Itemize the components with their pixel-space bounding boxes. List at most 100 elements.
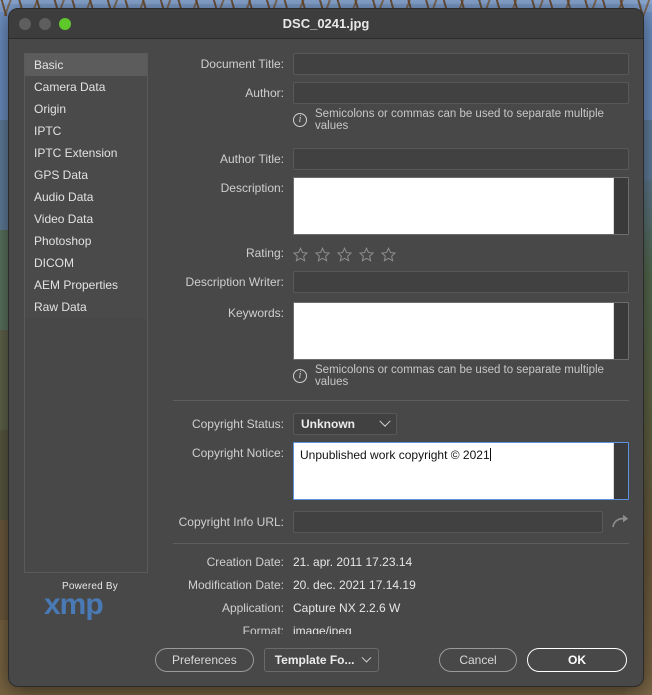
format-label: Format: [242, 624, 284, 634]
field-row-author: Author: i Semicolons or commas can be us… [165, 82, 629, 132]
zoom-button[interactable] [59, 17, 71, 30]
document-title-label: Document Title: [200, 57, 284, 71]
copyright-status-label: Copyright Status: [191, 417, 284, 431]
sidebar-empty-area [24, 318, 148, 573]
template-folder-button[interactable]: Template Fo... [263, 648, 379, 672]
star-icon-1[interactable] [293, 246, 308, 262]
metadata-row-creation-date: Creation Date: 21. apr. 2011 17.23.14 [165, 555, 629, 569]
goto-url-arrow-icon[interactable] [611, 514, 629, 530]
cancel-button[interactable]: Cancel [439, 648, 517, 672]
file-info-dialog: DSC_0241.jpg Basic Camera Data Origin IP… [8, 8, 644, 687]
window-title: DSC_0241.jpg [282, 16, 370, 31]
creation-date-value: 21. apr. 2011 17.23.14 [293, 555, 413, 569]
document-title-input[interactable] [293, 53, 629, 75]
copyright-notice-value-wrap: Unpublished work copyright © 2021 [294, 443, 628, 467]
application-label: Application: [221, 601, 284, 615]
sidebar-nav-list: Basic Camera Data Origin IPTC IPTC Exten… [24, 53, 148, 318]
sidebar-item-iptc[interactable]: IPTC [25, 120, 147, 142]
copyright-info-url-label: Copyright Info URL: [178, 515, 284, 529]
copyright-notice-label: Copyright Notice: [191, 446, 284, 460]
description-value [294, 178, 628, 186]
metadata-row-format: Format: image/jpeg [165, 624, 629, 634]
sidebar-item-photoshop[interactable]: Photoshop [25, 230, 147, 252]
sidebar-item-video-data[interactable]: Video Data [25, 208, 147, 230]
field-row-description-writer: Description Writer: [165, 271, 629, 293]
sidebar-item-camera-data[interactable]: Camera Data [25, 76, 147, 98]
author-hint: i Semicolons or commas can be used to se… [293, 108, 629, 132]
keywords-scrollbar[interactable] [613, 303, 628, 359]
description-label: Description: [220, 181, 284, 195]
field-row-document-title: Document Title: [165, 53, 629, 75]
field-row-copyright-notice: Copyright Notice: Unpublished work copyr… [165, 442, 629, 500]
keywords-hint: i Semicolons or commas can be used to se… [293, 364, 629, 388]
copyright-notice-scrollbar[interactable] [613, 443, 628, 499]
field-row-rating: Rating: [165, 242, 629, 264]
sidebar-item-audio-data[interactable]: Audio Data [25, 186, 147, 208]
format-value: image/jpeg [293, 624, 352, 634]
star-icon-3[interactable] [337, 246, 352, 262]
description-writer-input[interactable] [293, 271, 629, 293]
author-hint-text: Semicolons or commas can be used to sepa… [315, 108, 604, 132]
sidebar-item-label: Camera Data [34, 80, 106, 94]
chevron-down-icon [361, 652, 371, 663]
star-icon-5[interactable] [381, 246, 396, 262]
copyright-info-url-input[interactable] [293, 511, 603, 533]
sidebar-item-gps-data[interactable]: GPS Data [25, 164, 147, 186]
sidebar-item-label: GPS Data [34, 168, 89, 182]
info-icon: i [293, 113, 307, 127]
basic-panel: Document Title: Author: i Semicolons or … [155, 39, 643, 634]
author-label: Author: [245, 86, 284, 100]
sidebar-item-label: Video Data [34, 212, 94, 226]
field-row-copyright-info-url: Copyright Info URL: [165, 511, 629, 533]
sidebar-item-iptc-extension[interactable]: IPTC Extension [25, 142, 147, 164]
author-title-label: Author Title: [219, 152, 284, 166]
titlebar: DSC_0241.jpg [9, 9, 643, 39]
author-input[interactable] [293, 82, 629, 104]
description-scrollbar[interactable] [613, 178, 628, 234]
section-divider-copyright [173, 400, 629, 401]
section-divider-metadata [173, 543, 629, 544]
xmp-wordmark: xmp [44, 588, 104, 621]
ok-button[interactable]: OK [527, 648, 627, 672]
preferences-button[interactable]: Preferences [155, 648, 254, 672]
metadata-row-modification-date: Modification Date: 20. dec. 2021 17.14.1… [165, 578, 629, 592]
modification-date-label: Modification Date: [187, 578, 284, 592]
chevron-down-icon [379, 415, 391, 427]
author-title-input[interactable] [293, 148, 629, 170]
modification-date-value: 20. dec. 2021 17.14.19 [293, 578, 416, 592]
sidebar-item-raw-data[interactable]: Raw Data [25, 296, 147, 318]
close-button[interactable] [19, 17, 31, 30]
sidebar-item-label: Photoshop [34, 234, 92, 248]
application-value: Capture NX 2.2.6 W [293, 601, 401, 615]
sidebar-item-label: AEM Properties [34, 278, 119, 292]
copyright-status-value: Unknown [301, 417, 355, 431]
field-row-description: Description: [165, 177, 629, 235]
info-icon: i [293, 369, 307, 383]
sidebar-item-dicom[interactable]: DICOM [25, 252, 147, 274]
copyright-status-select[interactable]: Unknown [293, 413, 397, 435]
sidebar-item-label: DICOM [34, 256, 74, 270]
window-controls [19, 17, 71, 30]
keywords-label: Keywords: [227, 306, 284, 320]
sidebar: Basic Camera Data Origin IPTC IPTC Exten… [9, 39, 155, 634]
dialog-footer: Preferences Template Fo... Cancel OK [9, 634, 643, 686]
minimize-button[interactable] [39, 17, 51, 30]
keywords-textarea[interactable] [293, 302, 629, 360]
rating-stars[interactable] [293, 242, 629, 264]
description-textarea[interactable] [293, 177, 629, 235]
field-row-author-title: Author Title: [165, 148, 629, 170]
creation-date-label: Creation Date: [206, 555, 284, 569]
sidebar-item-aem-properties[interactable]: AEM Properties [25, 274, 147, 296]
copyright-notice-textarea[interactable]: Unpublished work copyright © 2021 [293, 442, 629, 500]
star-icon-2[interactable] [315, 246, 330, 262]
sidebar-item-label: Audio Data [34, 190, 94, 204]
xmp-logo: Powered By xmp [24, 581, 148, 634]
sidebar-item-origin[interactable]: Origin [25, 98, 147, 120]
text-caret [489, 448, 491, 461]
keywords-hint-text: Semicolons or commas can be used to sepa… [315, 364, 604, 388]
star-icon-4[interactable] [359, 246, 374, 262]
sidebar-item-basic[interactable]: Basic [25, 54, 147, 76]
copyright-notice-value: Unpublished work copyright © 2021 [300, 448, 490, 462]
template-folder-label: Template Fo... [274, 653, 355, 667]
sidebar-item-label: Origin [34, 102, 67, 116]
